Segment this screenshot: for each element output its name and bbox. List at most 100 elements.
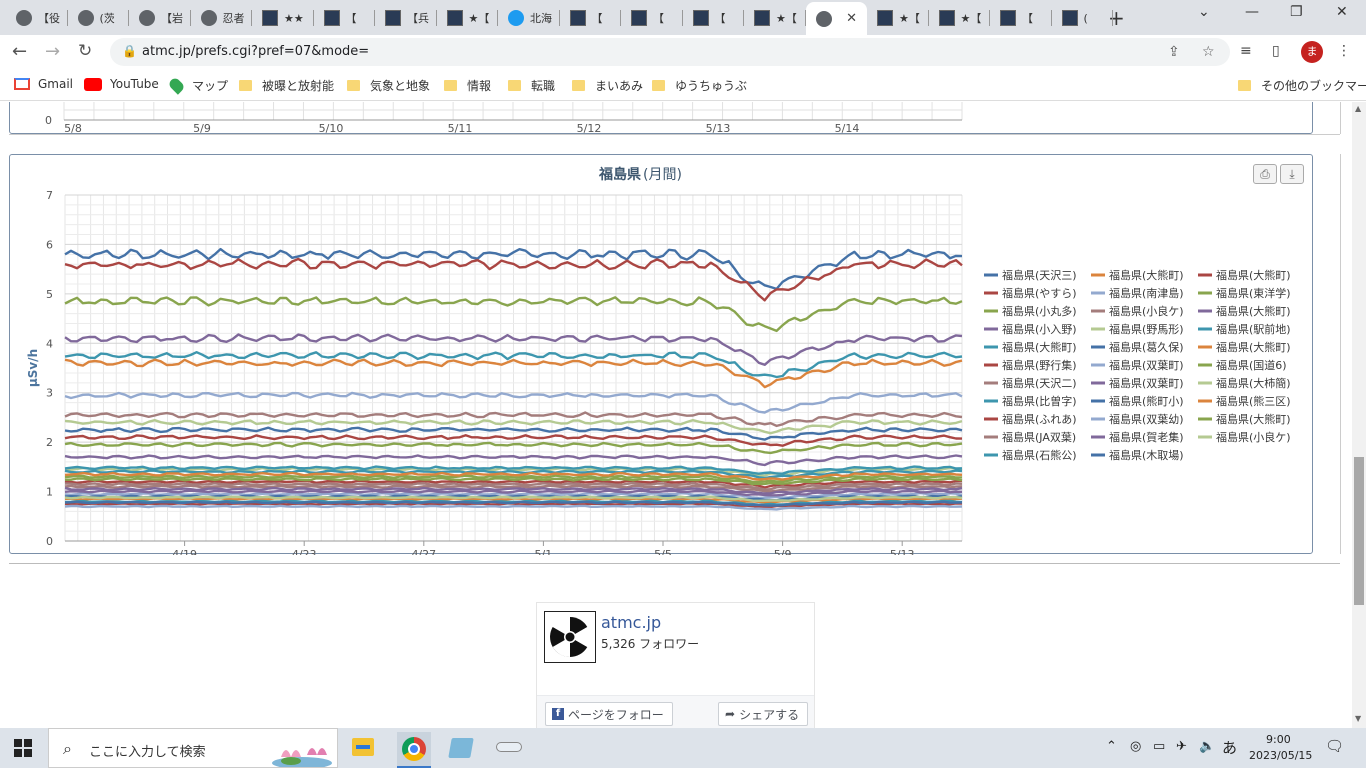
browser-tab[interactable]: 【兵 [375, 4, 437, 32]
browser-tab[interactable]: ★【 [867, 4, 929, 32]
browser-tab[interactable]: 忍者 [191, 4, 252, 32]
scroll-up-icon[interactable]: ▲ [1355, 104, 1361, 113]
legend-item[interactable]: 福島県(木取場) [1109, 448, 1184, 462]
browser-tab[interactable]: 【役 [6, 4, 68, 32]
legend-item[interactable]: 福島県(大熊町) [1216, 304, 1291, 318]
browser-tab[interactable]: 【 [560, 4, 621, 32]
browser-tab[interactable]: ( [1052, 4, 1113, 32]
bookmark-star-icon[interactable]: ☆ [1202, 44, 1215, 60]
maximize-icon[interactable]: ❐ [1290, 4, 1303, 20]
other-bookmarks[interactable]: その他のブックマーク [1238, 77, 1366, 94]
browser-tab[interactable]: 【岩 [129, 4, 191, 32]
legend-item[interactable]: 福島県(ふれあ) [1002, 412, 1077, 426]
back-icon[interactable]: ← [12, 41, 27, 62]
close-tab-icon[interactable]: ✕ [846, 11, 857, 26]
legend-item[interactable]: 福島県(東洋学) [1216, 286, 1291, 300]
fb-page-name[interactable]: atmc.jp [601, 613, 661, 632]
legend-item[interactable]: 福島県(大柿簡) [1216, 376, 1291, 390]
close-window-icon[interactable]: ✕ [1336, 4, 1348, 20]
bookmark-item[interactable]: マップ [167, 76, 228, 95]
forward-icon[interactable]: → [45, 41, 60, 62]
browser-tab[interactable]: ★★ [252, 4, 314, 32]
notification-icon[interactable]: 🗨 [1325, 737, 1344, 755]
fb-share-button[interactable]: ➦ シェアする [718, 702, 809, 726]
legend-item[interactable]: 福島県(熊町小) [1109, 394, 1184, 408]
scrollbar-thumb[interactable] [1354, 457, 1364, 605]
browser-tab[interactable]: 北海 [498, 4, 560, 32]
profile-avatar[interactable]: ま [1301, 41, 1323, 63]
tab-search-icon[interactable]: ⌄ [1198, 4, 1210, 20]
legend-item[interactable]: 福島県(大熊町) [1216, 412, 1291, 426]
legend-item[interactable]: 福島県(小丸多) [1002, 304, 1077, 318]
legend-item[interactable]: 福島県(比曽字) [1002, 394, 1077, 408]
network-icon[interactable]: ✈ [1176, 739, 1187, 754]
legend-item[interactable]: 福島県(駅前地) [1216, 322, 1291, 336]
bookmark-item[interactable]: 転職 [508, 77, 555, 94]
legend-item[interactable]: 福島県(野馬形) [1109, 322, 1184, 336]
fb-follow-button[interactable]: f ページをフォロー [545, 702, 673, 726]
browser-tab[interactable]: 【 [990, 4, 1052, 32]
legend-item[interactable]: 福島県(葛久保) [1109, 340, 1184, 354]
browser-tab[interactable]: 【 [683, 4, 744, 32]
legend-item[interactable]: 福島県(双葉町) [1109, 358, 1184, 372]
legend-item[interactable]: 福島県(双葉町) [1109, 376, 1184, 390]
url-text[interactable]: atmc.jp/prefs.cgi?pref=07&mode= [142, 44, 369, 59]
bookmark-item[interactable]: Gmail [14, 77, 73, 91]
reload-icon[interactable]: ↻ [78, 41, 92, 61]
chrome-taskbar-button[interactable] [397, 732, 431, 768]
airplane-app-icon[interactable] [496, 742, 522, 752]
browser-tab[interactable]: ★【 [744, 4, 806, 32]
radiation-logo[interactable] [544, 611, 596, 663]
menu-icon[interactable]: ⋮ [1337, 43, 1351, 59]
legend-item[interactable]: 福島県(国道6) [1216, 358, 1287, 372]
app-icon[interactable] [448, 738, 474, 758]
legend-item[interactable]: 福島県(JA双葉) [1002, 430, 1076, 444]
print-icon[interactable]: ⎙ [1253, 164, 1277, 184]
legend-item[interactable]: 福島県(大熊町) [1216, 268, 1291, 282]
legend-item[interactable]: 福島県(小良ケ) [1216, 430, 1291, 444]
bookmark-item[interactable]: 情報 [444, 77, 491, 94]
legend-item[interactable]: 福島県(大熊町) [1216, 340, 1291, 354]
bookmark-item[interactable]: まいあみ [572, 77, 643, 94]
browser-tab[interactable]: 【 [314, 4, 375, 32]
legend-item[interactable]: 福島県(大熊町) [1002, 340, 1077, 354]
legend-item[interactable]: 福島県(双葉幼) [1109, 412, 1184, 426]
legend-item[interactable]: 福島県(やすら) [1002, 286, 1077, 300]
volume-icon[interactable]: 🔈 [1199, 739, 1215, 754]
legend-item[interactable]: 福島県(南津島) [1109, 286, 1184, 300]
legend-item[interactable]: 福島県(小良ケ) [1109, 304, 1184, 318]
legend-item[interactable]: 福島県(野行集) [1002, 358, 1077, 372]
scroll-down-icon[interactable]: ▼ [1355, 714, 1361, 723]
browser-tab[interactable]: ✕ [805, 2, 867, 35]
bookmark-item[interactable]: 被曝と放射能 [239, 77, 334, 94]
tray-chevron-icon[interactable]: ⌃ [1106, 739, 1117, 754]
legend-item[interactable]: 福島県(天沢二) [1002, 376, 1077, 390]
bookmark-item[interactable]: ゆうちゅうぶ [652, 77, 747, 94]
lock-icon[interactable]: 🔒 [122, 44, 137, 58]
bookmark-item[interactable]: YouTube [84, 77, 159, 91]
page-scrollbar[interactable]: ▲ ▼ [1352, 102, 1366, 728]
address-bar[interactable]: 🔒 atmc.jp/prefs.cgi?pref=07&mode= ⇪ ☆ [110, 38, 1230, 66]
legend-item[interactable]: 福島県(小入野) [1002, 322, 1077, 336]
share-icon[interactable]: ⇪ [1168, 44, 1180, 60]
legend-item[interactable]: 福島県(石熊公) [1002, 448, 1077, 462]
reading-list-icon[interactable]: ≡ [1240, 43, 1252, 59]
windows-start-icon[interactable] [14, 739, 32, 757]
taskbar-search[interactable]: ⌕ ここに入力して検索 [48, 728, 338, 769]
legend-item[interactable]: 福島県(天沢三) [1002, 268, 1077, 282]
browser-tab[interactable]: 【 [621, 4, 683, 32]
minimize-icon[interactable]: — [1245, 4, 1259, 20]
legend-item[interactable]: 福島県(大熊町) [1109, 268, 1184, 282]
browser-tab[interactable]: ★【 [437, 4, 498, 32]
browser-tab[interactable]: (茨 [68, 4, 129, 32]
camera-icon[interactable]: ◎ [1130, 739, 1141, 754]
clock-time[interactable]: 9:00 [1266, 733, 1291, 746]
bookmark-item[interactable]: 気象と地象 [347, 77, 430, 94]
legend-item[interactable]: 福島県(賀老集) [1109, 430, 1184, 444]
browser-tab[interactable]: ★【 [929, 4, 990, 32]
battery-icon[interactable]: ▭ [1153, 739, 1165, 754]
clock-date[interactable]: 2023/05/15 [1249, 749, 1312, 762]
side-panel-icon[interactable]: ▯ [1272, 43, 1280, 59]
ime-indicator[interactable]: あ [1222, 737, 1237, 758]
file-explorer-icon[interactable] [352, 738, 374, 756]
